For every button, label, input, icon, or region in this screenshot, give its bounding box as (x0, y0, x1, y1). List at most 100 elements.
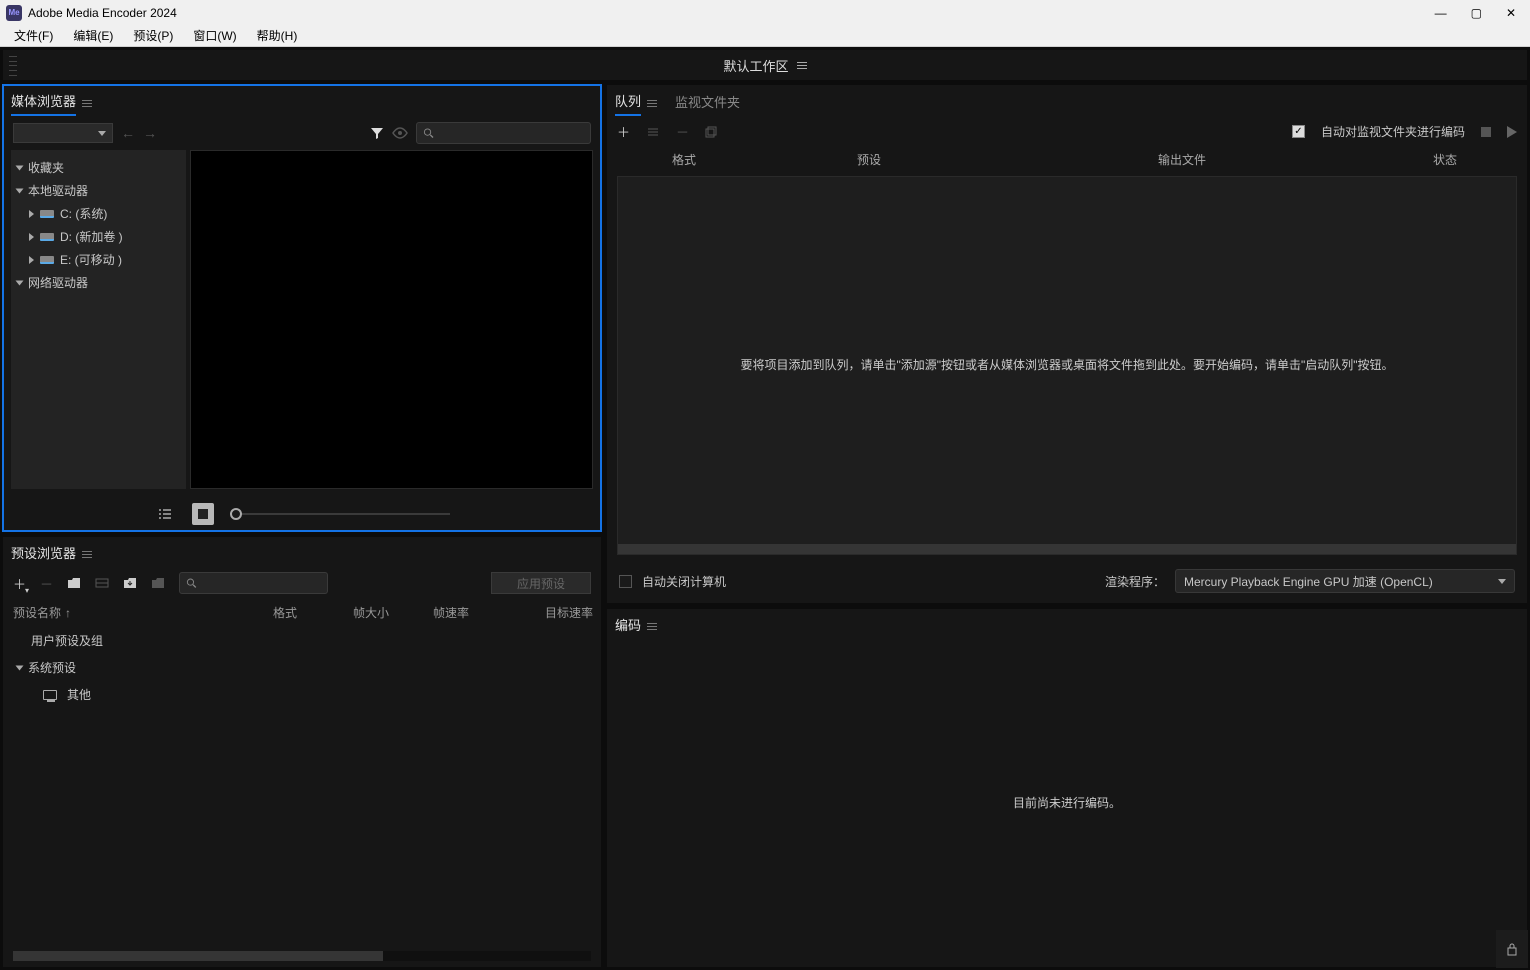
list-view-button[interactable] (154, 503, 176, 525)
new-folder-button[interactable] (67, 577, 81, 589)
renderer-label: 渲染程序： (1105, 573, 1165, 590)
tree-drive-c[interactable]: C: (系统) (15, 202, 182, 225)
preset-group-user[interactable]: 用户预设及组 (13, 627, 591, 654)
preset-item-other[interactable]: 其他 (13, 681, 591, 708)
col-status: 状态 (1375, 151, 1515, 168)
panel-menu-icon[interactable] (647, 623, 657, 630)
auto-encode-checkbox[interactable]: ✓ (1292, 125, 1305, 138)
tab-encoding[interactable]: 编码 (615, 613, 641, 638)
preview-toggle-icon[interactable] (392, 127, 408, 139)
menu-help[interactable]: 帮助(H) (247, 25, 308, 46)
lock-button[interactable] (1496, 930, 1528, 968)
add-preset-button[interactable]: ＋▾ (13, 574, 26, 593)
search-field[interactable] (438, 127, 584, 139)
tree-local-drives[interactable]: 本地驱动器 (15, 179, 182, 202)
preset-browser-panel: 预设浏览器 ＋▾ － 应用预设 (2, 536, 602, 968)
app-icon: Me (6, 5, 22, 21)
tab-watch-folders[interactable]: 监视文件夹 (675, 90, 740, 115)
tab-preset-browser[interactable]: 预设浏览器 (11, 541, 76, 566)
folder-tree[interactable]: 收藏夹 本地驱动器 C: (系统) D: (新加卷 ) E: (可移动 ) 网络… (11, 150, 186, 489)
panel-menu-icon[interactable] (647, 100, 657, 107)
caret-icon (16, 665, 24, 670)
remove-preset-button[interactable]: － (40, 574, 53, 593)
nav-forward-button[interactable]: → (143, 125, 157, 141)
col-preset: 预设 (749, 151, 989, 168)
preset-list[interactable]: 用户预设及组 系统预设 其他 (3, 625, 601, 949)
export-preset-button[interactable] (151, 577, 165, 589)
workspace-bar: 默认工作区 (2, 49, 1528, 81)
import-preset-button[interactable] (123, 577, 137, 589)
maximize-button[interactable]: ▢ (1471, 6, 1482, 20)
col-frame-size[interactable]: 帧大小 (353, 604, 423, 621)
scrollbar-thumb[interactable] (618, 544, 1516, 554)
scrollbar-thumb[interactable] (13, 951, 383, 961)
filter-icon[interactable] (370, 126, 384, 140)
menubar: 文件(F) 编辑(E) 预设(P) 窗口(W) 帮助(H) (0, 25, 1530, 47)
thumbnail-size-slider[interactable] (230, 513, 450, 515)
tree-network-drives[interactable]: 网络驱动器 (15, 271, 182, 294)
caret-icon (16, 165, 24, 170)
queue-settings-button[interactable] (646, 126, 660, 138)
minimize-button[interactable]: — (1435, 6, 1447, 20)
horizontal-scrollbar[interactable] (618, 544, 1516, 554)
preset-settings-button[interactable] (95, 577, 109, 589)
caret-icon (16, 280, 24, 285)
drag-grip-icon[interactable] (9, 54, 17, 78)
col-output: 输出文件 (989, 151, 1375, 168)
preset-group-system[interactable]: 系统预设 (13, 654, 591, 681)
tab-media-browser[interactable]: 媒体浏览器 (11, 89, 76, 116)
preset-columns-header: 预设名称 ↑ 格式 帧大小 帧速率 目标速率 (3, 600, 601, 625)
panel-menu-icon[interactable] (82, 100, 92, 107)
renderer-select[interactable]: Mercury Playback Engine GPU 加速 (OpenCL) (1175, 569, 1515, 593)
chevron-down-icon (98, 131, 106, 136)
nav-back-button[interactable]: ← (121, 125, 135, 141)
menu-edit[interactable]: 编辑(E) (63, 25, 123, 46)
tree-favorites[interactable]: 收藏夹 (15, 156, 182, 179)
col-target-rate[interactable]: 目标速率 (513, 604, 593, 621)
tab-queue[interactable]: 队列 (615, 89, 641, 116)
monitor-icon (43, 690, 57, 700)
auto-shutdown-label: 自动关闭计算机 (642, 573, 726, 590)
search-input[interactable] (416, 122, 591, 144)
lock-icon (1506, 942, 1518, 956)
apply-preset-button[interactable]: 应用预设 (491, 572, 591, 594)
menu-preset[interactable]: 预设(P) (123, 25, 183, 46)
horizontal-scrollbar[interactable] (13, 951, 591, 961)
duplicate-button[interactable] (705, 126, 719, 138)
preset-search-field[interactable] (201, 577, 321, 589)
col-frame-rate[interactable]: 帧速率 (433, 604, 503, 621)
auto-shutdown-checkbox[interactable] (619, 575, 632, 588)
menu-window[interactable]: 窗口(W) (183, 25, 246, 46)
drive-icon (40, 233, 54, 241)
close-button[interactable]: ✕ (1506, 6, 1516, 20)
drive-icon (40, 210, 54, 218)
search-icon (423, 127, 434, 139)
path-dropdown[interactable] (13, 123, 113, 143)
workspace-label[interactable]: 默认工作区 (723, 56, 788, 75)
remove-source-button[interactable]: － (676, 122, 689, 141)
queue-drop-area[interactable]: 要将项目添加到队列，请单击"添加源"按钮或者从媒体浏览器或桌面将文件拖到此处。要… (617, 176, 1517, 555)
chevron-down-icon (1498, 579, 1506, 584)
panel-menu-icon[interactable] (82, 551, 92, 558)
preset-search-input[interactable] (179, 572, 328, 594)
media-browser-panel: 媒体浏览器 ← → (2, 84, 602, 532)
encoding-empty-text: 目前尚未进行编码。 (1013, 794, 1121, 811)
renderer-value: Mercury Playback Engine GPU 加速 (OpenCL) (1184, 573, 1433, 590)
thumbnail-view-button[interactable] (192, 503, 214, 525)
caret-icon (29, 210, 34, 218)
caret-icon (29, 233, 34, 241)
stop-queue-button[interactable] (1481, 127, 1491, 137)
col-preset-name[interactable]: 预设名称 (13, 604, 61, 621)
col-format[interactable]: 格式 (273, 604, 343, 621)
tree-drive-e[interactable]: E: (可移动 ) (15, 248, 182, 271)
encoding-panel: 编码 目前尚未进行编码。 (606, 608, 1528, 968)
auto-encode-label: 自动对监视文件夹进行编码 (1321, 123, 1465, 140)
add-source-button[interactable]: ＋ (617, 122, 630, 141)
media-content-area[interactable] (190, 150, 593, 489)
start-queue-button[interactable] (1507, 126, 1517, 138)
tree-drive-d[interactable]: D: (新加卷 ) (15, 225, 182, 248)
slider-thumb[interactable] (230, 508, 242, 520)
workspace-menu-icon[interactable] (797, 62, 807, 69)
caret-icon (29, 256, 34, 264)
menu-file[interactable]: 文件(F) (4, 25, 63, 46)
